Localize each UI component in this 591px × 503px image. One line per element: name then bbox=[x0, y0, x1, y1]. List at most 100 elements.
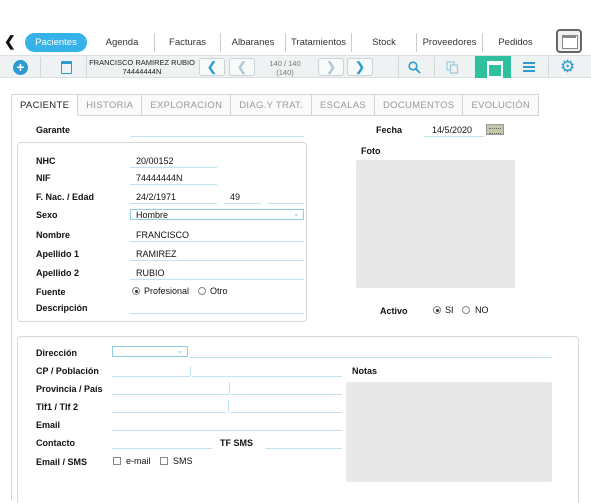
tab-escalas[interactable]: ESCALAS bbox=[312, 94, 375, 116]
record-position: 140 / 140 bbox=[269, 59, 301, 68]
tfsms-input[interactable] bbox=[265, 448, 342, 449]
tab-historia[interactable]: HISTORIA bbox=[78, 94, 143, 116]
tlf-label: Tlf1 / Tlf 2 bbox=[36, 402, 79, 412]
fuente-opt1-label: Profesional bbox=[144, 286, 190, 296]
toolbar-divider bbox=[86, 57, 87, 78]
sexo-select[interactable]: Hombre ⌄ bbox=[130, 208, 304, 220]
record-count: (140) bbox=[276, 68, 294, 77]
notas-textarea[interactable] bbox=[346, 382, 552, 482]
apellido1-value[interactable]: RAMIREZ bbox=[136, 249, 177, 259]
chevron-down-icon: ⌄ bbox=[292, 208, 300, 218]
gear-icon[interactable]: ⚙ bbox=[560, 57, 575, 77]
poblacion-input[interactable] bbox=[192, 376, 342, 377]
nombre-value[interactable]: FRANCISCO bbox=[136, 230, 189, 240]
tab-paciente[interactable]: PACIENTE bbox=[11, 94, 79, 116]
nombre-label: Nombre bbox=[36, 230, 71, 240]
direccion-input[interactable] bbox=[190, 357, 552, 358]
apellido2-value[interactable]: RUBIO bbox=[136, 268, 165, 278]
nif-value[interactable]: 74444444N bbox=[136, 173, 183, 183]
tab-exploracion[interactable]: EXPLORACION bbox=[142, 94, 232, 116]
provincia-divider bbox=[229, 382, 230, 394]
nav-tab-pacientes[interactable]: Pacientes bbox=[25, 33, 87, 52]
top-navigation: ❮ Pacientes Agenda Facturas Albaranes Tr… bbox=[0, 29, 591, 54]
prev-record-icon[interactable]: ❮ bbox=[229, 58, 255, 76]
content-border bbox=[11, 116, 12, 500]
emailsms-checkbox-email[interactable] bbox=[113, 457, 121, 465]
nif-input-line bbox=[130, 184, 217, 185]
edad-value: 49 bbox=[230, 192, 241, 202]
window-toggle-icon[interactable] bbox=[556, 29, 582, 53]
trash-icon[interactable] bbox=[61, 58, 72, 76]
toolbar: + FRANCISCO RAMIREZ RUBIO 74444444N ❮ ❮ … bbox=[0, 55, 591, 78]
emailsms-opt1-label: e-mail bbox=[126, 456, 151, 466]
fuente-opt2-label: Otro bbox=[210, 286, 228, 296]
list-view-icon[interactable] bbox=[523, 62, 535, 72]
activo-radio-no[interactable] bbox=[462, 306, 470, 314]
back-chevron-icon[interactable]: ❮ bbox=[4, 33, 16, 50]
pais-input[interactable] bbox=[231, 394, 342, 395]
nhc-label: NHC bbox=[36, 156, 56, 166]
nhc-input-line bbox=[130, 167, 217, 168]
nav-tab-pedidos[interactable]: Pedidos bbox=[483, 33, 548, 52]
content-border-top bbox=[11, 116, 13, 117]
photo-area[interactable] bbox=[356, 160, 515, 288]
copy-icon[interactable] bbox=[446, 58, 459, 76]
provincia-label: Provincia / País bbox=[36, 384, 103, 394]
toolbar-divider bbox=[40, 57, 41, 78]
cp-divider bbox=[190, 366, 191, 376]
nav-tab-agenda[interactable]: Agenda bbox=[90, 33, 155, 52]
emailsms-checkbox-sms[interactable] bbox=[160, 457, 168, 465]
current-patient: FRANCISCO RAMIREZ RUBIO 74444444N bbox=[88, 58, 196, 76]
email-input[interactable] bbox=[112, 430, 342, 431]
cp-input[interactable] bbox=[112, 376, 190, 377]
edad-extra-line bbox=[268, 203, 304, 204]
direccion-label: Dirección bbox=[36, 348, 78, 358]
foto-label: Foto bbox=[361, 146, 381, 156]
nav-tab-proveedores[interactable]: Proveedores bbox=[417, 33, 483, 52]
descripcion-input[interactable] bbox=[130, 313, 304, 314]
last-record-icon[interactable]: ❯ bbox=[347, 58, 373, 76]
fnac-label: F. Nac. / Edad bbox=[36, 192, 95, 202]
activo-si-label: SI bbox=[445, 305, 454, 315]
fuente-label: Fuente bbox=[36, 287, 66, 297]
nav-tab-albaranes[interactable]: Albaranes bbox=[221, 33, 286, 52]
tab-evolucion[interactable]: EVOLUCIÓN bbox=[463, 94, 540, 116]
nav-tab-stock[interactable]: Stock bbox=[352, 33, 417, 52]
nombre-input-line bbox=[130, 241, 304, 242]
via-type-select[interactable]: ⌄ bbox=[112, 345, 188, 357]
tab-documentos[interactable]: DOCUMENTOS bbox=[374, 94, 464, 116]
tlf-divider bbox=[228, 400, 229, 412]
toolbar-divider bbox=[398, 57, 399, 78]
calendar-icon[interactable] bbox=[486, 124, 504, 135]
add-icon[interactable]: + bbox=[13, 58, 28, 76]
contacto-input[interactable] bbox=[112, 448, 212, 449]
first-record-icon[interactable]: ❮ bbox=[199, 58, 225, 76]
search-icon[interactable] bbox=[408, 58, 421, 76]
descripcion-label: Descripción bbox=[36, 303, 88, 313]
email-label: Email bbox=[36, 420, 61, 430]
nav-tab-facturas[interactable]: Facturas bbox=[155, 33, 221, 52]
nhc-value[interactable]: 20/00152 bbox=[136, 156, 174, 166]
fecha-input-line bbox=[424, 136, 484, 137]
fnac-value[interactable]: 24/2/1971 bbox=[136, 192, 176, 202]
patient-id: 74444444N bbox=[122, 67, 162, 76]
chevron-down-icon: ⌄ bbox=[176, 345, 184, 355]
fecha-value[interactable]: 14/5/2020 bbox=[432, 125, 472, 135]
card-view-icon[interactable] bbox=[475, 56, 511, 78]
fuente-radio-profesional[interactable] bbox=[132, 287, 140, 295]
toolbar-divider bbox=[434, 57, 435, 78]
tab-diag-trat[interactable]: DIAG.Y TRAT. bbox=[231, 94, 313, 116]
garante-input[interactable] bbox=[130, 136, 304, 137]
toolbar-divider bbox=[548, 57, 549, 78]
apellido1-input-line bbox=[130, 260, 304, 261]
next-record-icon[interactable]: ❯ bbox=[318, 58, 344, 76]
fuente-radio-otro[interactable] bbox=[198, 287, 206, 295]
apellido1-label: Apellido 1 bbox=[36, 249, 80, 259]
notas-label: Notas bbox=[352, 366, 378, 376]
tlf2-input[interactable] bbox=[230, 412, 342, 413]
tlf1-input[interactable] bbox=[112, 412, 226, 413]
provincia-input[interactable] bbox=[112, 394, 229, 395]
nav-tab-tratamientos[interactable]: Tratamientos bbox=[286, 33, 352, 52]
apellido2-input-line bbox=[130, 279, 304, 280]
activo-radio-si[interactable] bbox=[433, 306, 441, 314]
